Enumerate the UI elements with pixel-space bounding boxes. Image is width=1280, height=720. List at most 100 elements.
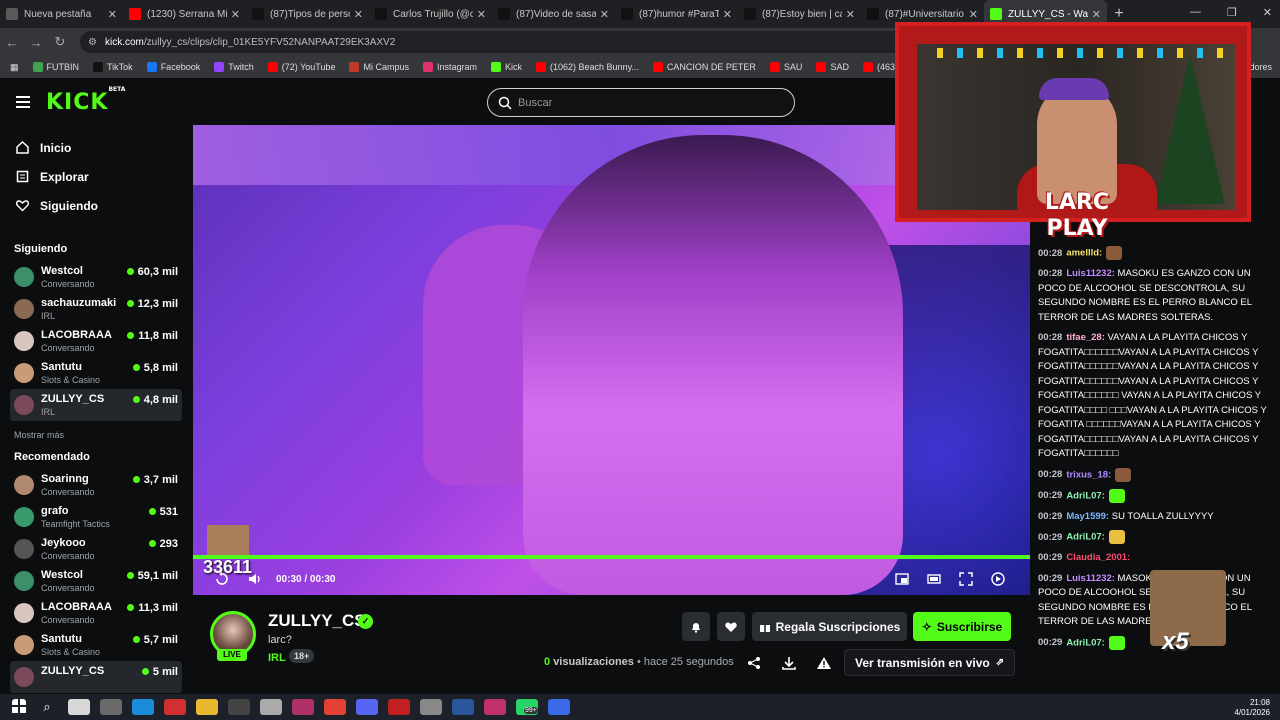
- bookmark-item[interactable]: TikTok: [93, 62, 133, 72]
- taskbar-discord-icon[interactable]: [356, 699, 378, 715]
- browser-tab[interactable]: Carlos Trujillo (@carlo ✕: [369, 0, 492, 28]
- sidebar-channel[interactable]: ZULLYY_CS 5 mil: [10, 661, 182, 693]
- chat-username[interactable]: Luis11232:: [1066, 573, 1115, 584]
- close-tab-icon[interactable]: ✕: [354, 8, 363, 21]
- site-info-icon[interactable]: ⚙: [88, 37, 97, 48]
- sidebar-channel[interactable]: sachauzumaki IRL 12,3 mil: [10, 293, 182, 325]
- taskbar-calculator-icon[interactable]: [420, 699, 442, 715]
- category-link[interactable]: IRL: [268, 652, 286, 664]
- back-icon[interactable]: ←: [0, 35, 24, 50]
- share-icon[interactable]: [746, 655, 762, 671]
- chat-username[interactable]: AdriL07:: [1066, 637, 1105, 648]
- subscribe-button[interactable]: ✧ Suscribirse: [913, 612, 1011, 641]
- theater-mode-icon[interactable]: [927, 572, 941, 586]
- nav-home[interactable]: Inicio: [0, 133, 192, 162]
- taskbar-search-icon[interactable]: ⌕: [36, 699, 58, 715]
- browser-tab[interactable]: (87)Tipos de persona ✕: [246, 0, 369, 28]
- url-field[interactable]: ⚙ kick.com/zullyy_cs/clips/clip_01KE5YFV…: [80, 31, 960, 53]
- nav-explore[interactable]: Explorar: [0, 162, 192, 191]
- replay-icon[interactable]: [215, 572, 229, 586]
- kick-logo[interactable]: KICKBETA: [46, 86, 125, 115]
- forward-icon[interactable]: →: [24, 35, 48, 50]
- next-clip-icon[interactable]: [991, 572, 1005, 586]
- close-tab-icon[interactable]: ✕: [1092, 8, 1101, 21]
- reload-icon[interactable]: ↻: [48, 34, 72, 50]
- sidebar-channel[interactable]: Westcol Conversando 60,3 mil: [10, 261, 182, 293]
- sidebar-channel[interactable]: Jeykooo Conversando 293: [10, 533, 182, 565]
- close-tab-icon[interactable]: ✕: [723, 8, 732, 21]
- chat-username[interactable]: trixus_18:: [1066, 469, 1111, 480]
- bookmark-item[interactable]: Instagram: [422, 62, 477, 72]
- bookmark-item[interactable]: SAU: [769, 62, 802, 72]
- taskbar-word-icon[interactable]: [452, 699, 474, 715]
- close-tab-icon[interactable]: ✕: [846, 8, 855, 21]
- taskbar-app6-icon[interactable]: [484, 699, 506, 715]
- bookmark-item[interactable]: (1062) Beach Bunny...: [536, 62, 639, 72]
- browser-tab[interactable]: Nueva pestaña ✕: [0, 0, 123, 28]
- browser-tab[interactable]: (87)humor #ParaTi # ✕: [615, 0, 738, 28]
- fullscreen-icon[interactable]: [959, 572, 973, 586]
- bookmark-item[interactable]: Facebook: [146, 62, 200, 72]
- chat-username[interactable]: Luis11232:: [1066, 268, 1115, 279]
- system-clock[interactable]: 21:08 4/01/2026: [1234, 698, 1270, 718]
- apps-icon[interactable]: ▦: [10, 62, 19, 73]
- bookmark-item[interactable]: (72) YouTube: [267, 62, 335, 72]
- sidebar-channel[interactable]: Santutu Slots & Casino 5,7 mil: [10, 629, 182, 661]
- chat-username[interactable]: Claudia_2001:: [1066, 552, 1130, 563]
- taskbar-chrome-icon[interactable]: [324, 699, 346, 715]
- menu-icon[interactable]: [16, 96, 30, 108]
- start-icon[interactable]: [12, 699, 26, 715]
- taskbar-anydesk-icon[interactable]: [164, 699, 186, 715]
- sidebar-channel[interactable]: Westcol Conversando 59,1 mil: [10, 565, 182, 597]
- taskbar-files-icon[interactable]: [196, 699, 218, 715]
- bookmark-item[interactable]: FUTBIN: [32, 62, 79, 72]
- chat-username[interactable]: AdriL07:: [1066, 490, 1105, 501]
- watch-live-button[interactable]: Ver transmisión en vivo ⇗: [844, 649, 1016, 676]
- minimize-icon[interactable]: —: [1190, 6, 1201, 19]
- close-tab-icon[interactable]: ✕: [600, 8, 609, 21]
- chat-username[interactable]: AdriL07:: [1066, 532, 1105, 543]
- close-window-icon[interactable]: ✕: [1263, 6, 1272, 19]
- follow-button[interactable]: [717, 612, 745, 641]
- bookmark-item[interactable]: Kick: [491, 62, 522, 72]
- bookmark-item[interactable]: CANCION DE PETER: [652, 62, 756, 72]
- sidebar-channel[interactable]: LACOBRAAA Conversando 11,8 mil: [10, 325, 182, 357]
- close-tab-icon[interactable]: ✕: [969, 8, 978, 21]
- notifications-button[interactable]: [682, 612, 710, 641]
- channel-name[interactable]: ZULLYY_CS: [268, 611, 366, 631]
- search-input[interactable]: Buscar: [487, 88, 795, 117]
- volume-icon[interactable]: [248, 572, 262, 586]
- taskbar-store-icon[interactable]: [68, 699, 90, 715]
- video-progress-bar[interactable]: [193, 555, 1030, 559]
- nav-following[interactable]: Siguiendo: [0, 191, 192, 220]
- bookmark-item[interactable]: SAD: [816, 62, 849, 72]
- taskbar-app2-icon[interactable]: [228, 699, 250, 715]
- browser-tab[interactable]: (87)Estoy bien | carac ✕: [738, 0, 861, 28]
- taskbar-edge-icon[interactable]: [132, 699, 154, 715]
- restore-icon[interactable]: ❐: [1227, 6, 1237, 19]
- sidebar-channel[interactable]: Soarinng Conversando 3,7 mil: [10, 469, 182, 501]
- taskbar-app4-icon[interactable]: [292, 699, 314, 715]
- sidebar-channel[interactable]: Santutu Slots & Casino 5,8 mil: [10, 357, 182, 389]
- report-icon[interactable]: [816, 655, 832, 671]
- miniplayer-icon[interactable]: [895, 572, 909, 586]
- taskbar-app-icon[interactable]: [100, 699, 122, 715]
- chat-username[interactable]: amellld:: [1066, 248, 1102, 259]
- browser-tab[interactable]: (1230) Serrana Mia - ✕: [123, 0, 246, 28]
- sidebar-channel[interactable]: ZULLYY_CS IRL 4,8 mil: [10, 389, 182, 421]
- bookmark-item[interactable]: Mi Campus: [349, 62, 409, 72]
- chat-username[interactable]: May1599:: [1066, 511, 1109, 522]
- new-tab-button[interactable]: +: [1107, 5, 1131, 23]
- close-tab-icon[interactable]: ✕: [477, 8, 486, 21]
- taskbar-app3-icon[interactable]: [260, 699, 282, 715]
- download-icon[interactable]: [781, 655, 797, 671]
- chat-username[interactable]: tifae_28:: [1066, 332, 1105, 343]
- show-more-link[interactable]: Mostrar más: [0, 425, 192, 445]
- close-tab-icon[interactable]: ✕: [108, 8, 117, 21]
- taskbar-app7-icon[interactable]: [548, 699, 570, 715]
- sidebar-channel[interactable]: grafo Teamfight Tactics 531: [10, 501, 182, 533]
- sidebar-channel[interactable]: LACOBRAAA Conversando 11,3 mil: [10, 597, 182, 629]
- gift-subs-button[interactable]: Regala Suscripciones: [752, 612, 907, 641]
- close-tab-icon[interactable]: ✕: [231, 8, 240, 21]
- browser-tab[interactable]: (87)Video de sasaap ✕: [492, 0, 615, 28]
